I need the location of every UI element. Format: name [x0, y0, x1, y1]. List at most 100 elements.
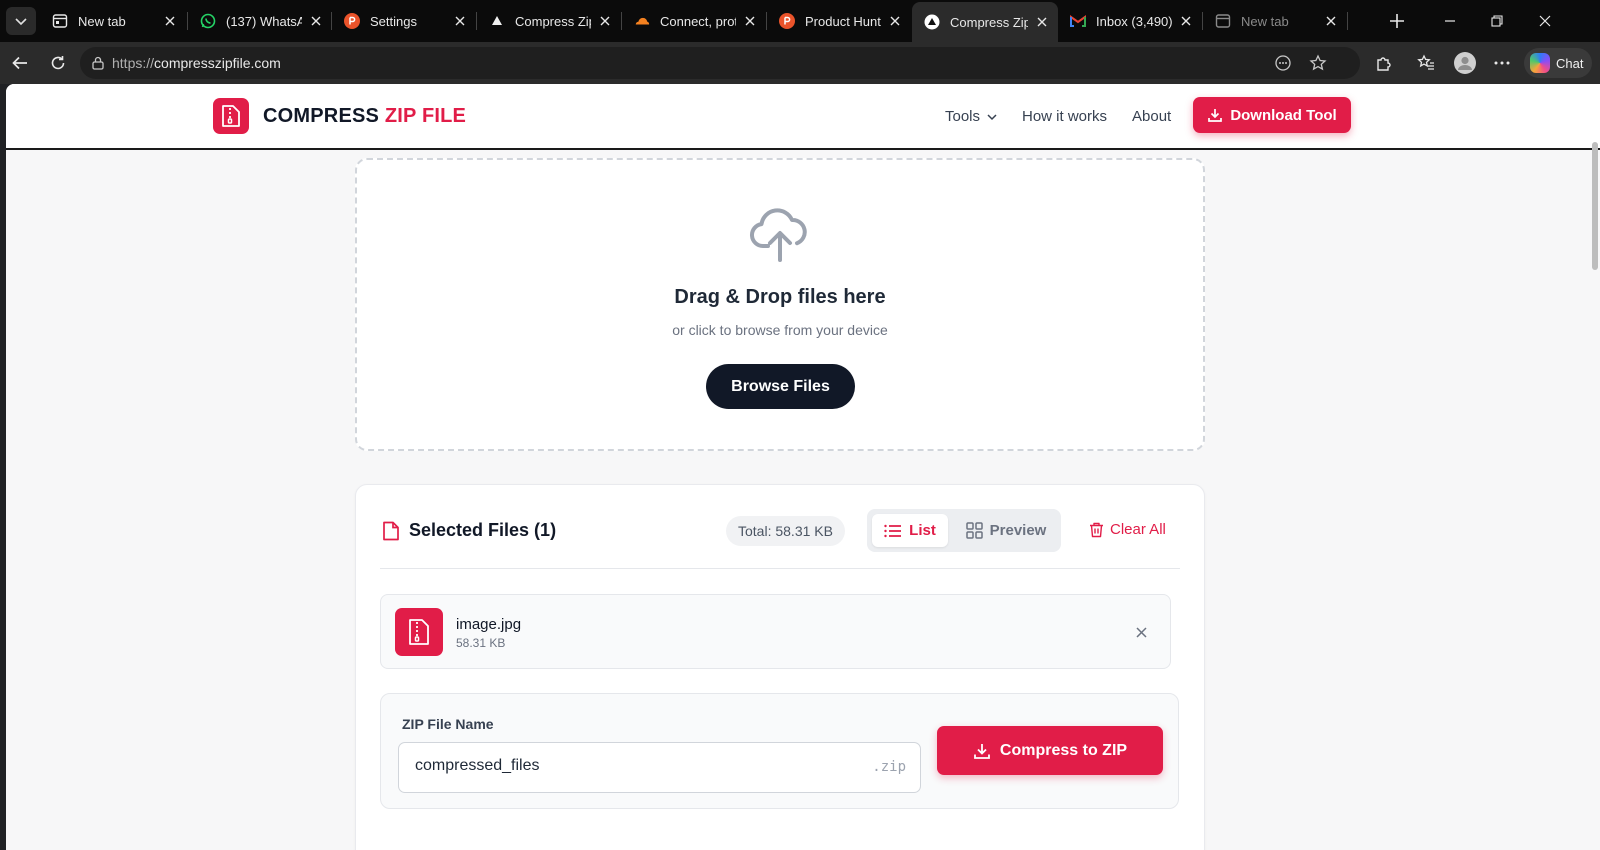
close-icon[interactable] — [597, 13, 613, 29]
browser-tab[interactable]: New tab — [40, 4, 186, 38]
copilot-chat-button[interactable]: Chat — [1524, 48, 1592, 78]
zip-name-input[interactable] — [415, 757, 855, 775]
clear-all-button[interactable]: Clear All — [1089, 521, 1166, 538]
download-tool-label: Download Tool — [1230, 106, 1337, 124]
tab-search-button[interactable] — [6, 7, 36, 35]
site-logo[interactable]: COMPRESS ZIP FILE — [263, 105, 466, 128]
triangle-icon — [489, 13, 505, 29]
plus-icon — [1390, 14, 1404, 28]
address-bar[interactable]: https://compresszipfile.com — [80, 47, 1360, 79]
profile-button[interactable] — [1451, 49, 1479, 77]
close-icon[interactable] — [162, 13, 178, 29]
browser-tab[interactable]: New tab — [1203, 4, 1347, 38]
tab-title: New tab — [78, 13, 126, 29]
nav-about[interactable]: About — [1132, 108, 1171, 125]
tab-title: Product Hunt – — [805, 13, 881, 29]
browser-tab[interactable]: Product Hunt – — [767, 4, 911, 38]
list-view-button[interactable]: List — [872, 514, 948, 547]
tab-title: Compress Zip Fi — [950, 14, 1028, 30]
extensions-button[interactable] — [1370, 49, 1398, 77]
file-dropzone[interactable]: Drag & Drop files here or click to brows… — [355, 158, 1205, 451]
producthunt-icon — [779, 13, 795, 29]
dropzone-title: Drag & Drop files here — [674, 286, 886, 308]
close-icon[interactable] — [1323, 13, 1339, 29]
newtab-icon — [1215, 13, 1231, 29]
reading-mode-icon[interactable] — [1273, 53, 1293, 73]
restore-button[interactable] — [1484, 8, 1510, 34]
star-icon[interactable] — [1308, 53, 1328, 73]
trash-icon — [1090, 522, 1103, 537]
file-name: image.jpg — [456, 616, 522, 633]
copilot-icon — [1530, 53, 1550, 73]
logo-icon[interactable] — [213, 98, 249, 134]
compress-to-zip-button[interactable]: Compress to ZIP — [937, 726, 1163, 775]
close-icon — [1539, 15, 1551, 27]
download-icon — [1208, 109, 1223, 122]
browser-tab[interactable]: (137) WhatsApp — [188, 4, 332, 38]
tab-title: Compress Zip Fi — [515, 13, 591, 29]
restore-icon — [1491, 15, 1503, 27]
close-icon[interactable] — [308, 13, 324, 29]
lock-icon — [90, 55, 106, 71]
url-text: https://compresszipfile.com — [112, 55, 281, 71]
close-icon[interactable] — [742, 13, 758, 29]
browser-tab-active[interactable]: Compress Zip Fi — [912, 2, 1058, 42]
producthunt-icon — [344, 13, 360, 29]
settings-menu-button[interactable] — [1488, 49, 1516, 77]
url-host: compresszipfile.com — [154, 55, 281, 71]
puzzle-icon — [1377, 57, 1391, 71]
back-button[interactable] — [6, 49, 34, 77]
tab-title: Inbox (3,490) - r — [1096, 13, 1172, 29]
divider — [380, 568, 1180, 569]
compress-to-zip-label: Compress to ZIP — [999, 741, 1128, 759]
download-icon — [974, 743, 990, 759]
browse-files-button[interactable]: Browse Files — [706, 364, 855, 409]
close-icon[interactable] — [1178, 13, 1194, 29]
cloud-upload-icon — [750, 208, 807, 262]
gmail-icon — [1070, 13, 1086, 29]
whatsapp-icon — [200, 13, 216, 29]
window-close-button[interactable] — [1532, 8, 1558, 34]
file-size: 58.31 KB — [456, 636, 506, 650]
file-icon — [383, 521, 399, 541]
browser-tab[interactable]: Settings — [332, 4, 476, 38]
remove-file-button[interactable] — [1133, 624, 1149, 640]
total-size-badge: Total: 58.31 KB — [726, 516, 845, 546]
new-tab-button[interactable] — [1384, 8, 1410, 34]
tab-strip: New tab (137) WhatsApp Settings Compress… — [0, 0, 1600, 42]
tab-separator — [1347, 12, 1348, 30]
nav-tools[interactable]: Tools — [945, 108, 998, 125]
favorites-button[interactable] — [1412, 49, 1440, 77]
minimize-icon — [1445, 20, 1455, 22]
tab-title: (137) WhatsApp — [226, 13, 302, 29]
more-horizontal-icon — [1494, 61, 1510, 65]
site-header: COMPRESS ZIP FILE Tools How it works Abo… — [6, 84, 1600, 150]
reload-button[interactable] — [44, 49, 72, 77]
selected-files-card: Selected Files (1) Total: 58.31 KB List … — [355, 484, 1205, 850]
nav-tools-label: Tools — [945, 108, 981, 125]
newtab-icon — [52, 13, 68, 29]
list-icon — [884, 524, 902, 537]
grid-icon — [965, 522, 983, 539]
zip-name-field[interactable]: .zip — [398, 742, 921, 793]
zip-file-icon — [395, 608, 443, 656]
nav-how-it-works[interactable]: How it works — [1022, 108, 1107, 125]
browser-tab[interactable]: Inbox (3,490) - r — [1058, 4, 1202, 38]
preview-view-label: Preview — [989, 522, 1047, 539]
zip-options-panel: ZIP File Name .zip Compress to ZIP — [380, 693, 1179, 809]
close-icon[interactable] — [1034, 14, 1050, 30]
avatar — [1454, 52, 1476, 74]
url-protocol: https:// — [112, 55, 155, 71]
chat-label: Chat — [1556, 55, 1584, 71]
download-tool-button[interactable]: Download Tool — [1193, 97, 1351, 133]
close-icon[interactable] — [452, 13, 468, 29]
minimize-button[interactable] — [1437, 8, 1463, 34]
browser-tab[interactable]: Connect, protec — [622, 4, 766, 38]
list-view-label: List — [909, 522, 936, 539]
preview-view-button[interactable]: Preview — [956, 514, 1056, 547]
close-icon[interactable] — [887, 13, 903, 29]
browser-tab[interactable]: Compress Zip Fi — [477, 4, 621, 38]
triangle-icon — [924, 14, 940, 30]
page-scrollbar[interactable] — [1592, 142, 1598, 270]
chevron-down-icon — [15, 18, 27, 26]
